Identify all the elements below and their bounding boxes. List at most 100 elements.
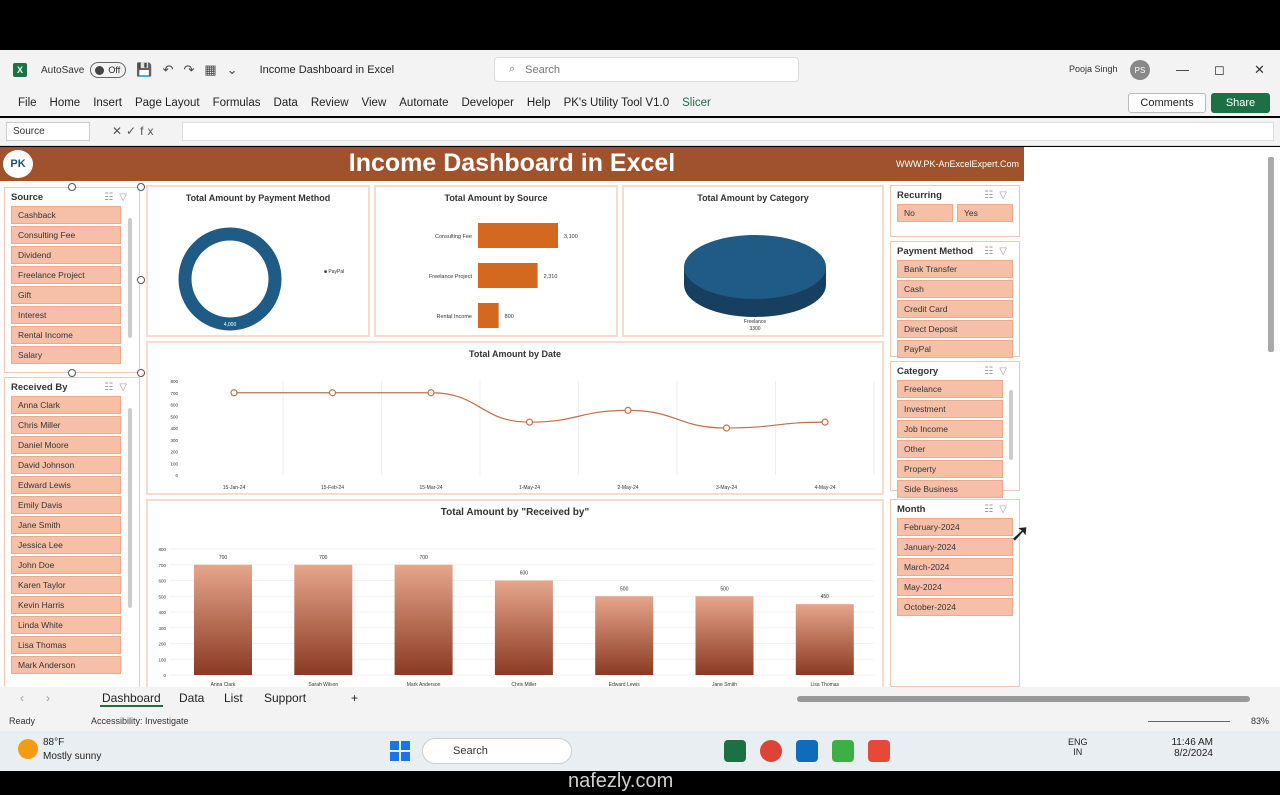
chart-category[interactable]: Total Amount by Category Freelance 3300	[622, 185, 884, 337]
slicer-item[interactable]: Emily Davis	[11, 496, 121, 514]
chart-date[interactable]: Total Amount by Date 800 700 600 500 400 300 2…	[146, 341, 884, 495]
restore-icon[interactable]: ◻	[1214, 62, 1225, 78]
slicer-item[interactable]: Side Business	[897, 480, 1003, 498]
slicer-item[interactable]: January-2024	[897, 538, 1013, 556]
slicer-item[interactable]: Dividend	[11, 246, 121, 264]
slicer-item[interactable]: Freelance Project	[11, 266, 121, 284]
slicer-item[interactable]: March-2024	[897, 558, 1013, 576]
slicer-item[interactable]: Salary	[11, 346, 121, 364]
redo-icon[interactable]: ↷	[183, 62, 194, 78]
sheet-tab-dashboard[interactable]: Dashboard	[100, 691, 163, 707]
slicer-recurring[interactable]: Recurring ☷▽ No Yes	[890, 185, 1020, 237]
autosave-toggle[interactable]: Off	[90, 62, 127, 78]
sheet-tab-data[interactable]: Data	[179, 691, 204, 705]
windows-start-icon[interactable]	[390, 741, 410, 761]
slicer-item[interactable]: Consulting Fee	[11, 226, 121, 244]
slicer-item[interactable]: PayPal	[897, 340, 1013, 358]
chart-payment-method[interactable]: Total Amount by Payment Method ■ PayPal …	[146, 185, 370, 337]
slicer-received-by[interactable]: Received By ☷▽ Anna Clark Chris Miller Da…	[4, 377, 140, 687]
save-icon[interactable]: 💾	[136, 62, 152, 78]
sheet-tab-support[interactable]: Support	[264, 691, 306, 705]
slicer-item[interactable]: May-2024	[897, 578, 1013, 596]
prev-sheet-icon[interactable]: ‹	[20, 691, 24, 705]
grid-icon[interactable]: ▦	[204, 62, 216, 78]
filter-icon[interactable]: ☷▽	[104, 382, 133, 393]
slicer-item[interactable]: Freelance	[897, 380, 1003, 398]
tab-pk-utility[interactable]: PK's Utility Tool V1.0	[564, 97, 670, 109]
camtasia-icon[interactable]	[832, 740, 854, 762]
resize-handle[interactable]	[68, 369, 76, 377]
chart-source[interactable]: Total Amount by Source Consulting Fee 3,1…	[374, 185, 618, 337]
slicer-item[interactable]: Karen Taylor	[11, 576, 121, 594]
slicer-item[interactable]: Anna Clark	[11, 396, 121, 414]
language-indicator[interactable]: ENG IN	[1068, 737, 1088, 757]
slicer-payment-method[interactable]: Payment Method ☷▽ Bank Transfer Cash Cred…	[890, 241, 1020, 358]
slicer-item[interactable]: Direct Deposit	[897, 320, 1013, 338]
comments-button[interactable]: Comments	[1128, 93, 1206, 113]
resize-handle[interactable]	[68, 183, 76, 191]
slicer-item[interactable]: Kevin Harris	[11, 596, 121, 614]
tab-review[interactable]: Review	[311, 97, 349, 109]
slicer-item[interactable]: Jane Smith	[11, 516, 121, 534]
system-clock[interactable]: 11:46 AM 8/2/2024	[1167, 737, 1213, 759]
customize-icon[interactable]: ⌄	[227, 62, 238, 78]
slicer-item[interactable]: Edward Lewis	[11, 476, 121, 494]
weather-icon[interactable]	[18, 739, 38, 759]
tab-developer[interactable]: Developer	[461, 97, 513, 109]
slicer-item[interactable]: Interest	[11, 306, 121, 324]
accessibility-status[interactable]: Accessibility: Investigate	[91, 716, 189, 726]
slicer-item[interactable]: Investment	[897, 400, 1003, 418]
tab-page-layout[interactable]: Page Layout	[135, 97, 200, 109]
slicer-item[interactable]: John Doe	[11, 556, 121, 574]
slicer-item[interactable]: Other	[897, 440, 1003, 458]
document-title[interactable]: Income Dashboard in Excel	[260, 64, 395, 76]
slicer-item[interactable]: Gift	[11, 286, 121, 304]
zoom-level[interactable]: 83%	[1251, 716, 1269, 726]
fx-icon[interactable]: ✕✓fx	[112, 124, 157, 138]
name-box[interactable]: Source	[6, 122, 90, 141]
tab-formulas[interactable]: Formulas	[213, 97, 261, 109]
tab-data[interactable]: Data	[274, 97, 298, 109]
tab-insert[interactable]: Insert	[93, 97, 122, 109]
slicer-item[interactable]: Job Income	[897, 420, 1003, 438]
slicer-item[interactable]: No	[897, 204, 953, 222]
chrome-icon[interactable]	[760, 740, 782, 762]
outlook-icon[interactable]	[796, 740, 818, 762]
slicer-item[interactable]: Cashback	[11, 206, 121, 224]
chart-received-by[interactable]: Total Amount by "Received by" 800 700 600 5…	[146, 499, 884, 687]
tab-file[interactable]: File	[18, 97, 37, 109]
user-name[interactable]: Pooja Singh	[1069, 64, 1118, 74]
slicer-item[interactable]: Credit Card	[897, 300, 1013, 318]
close-icon[interactable]: ✕	[1254, 62, 1265, 78]
tab-help[interactable]: Help	[527, 97, 551, 109]
resize-handle[interactable]	[137, 369, 145, 377]
tab-slicer[interactable]: Slicer	[682, 97, 711, 109]
slicer-item[interactable]: Property	[897, 460, 1003, 478]
slicer-item[interactable]: Mark Anderson	[11, 656, 121, 674]
minimize-icon[interactable]: —	[1176, 62, 1189, 77]
excel-app-icon[interactable]	[724, 740, 746, 762]
sheet-tab-list[interactable]: List	[224, 691, 243, 705]
resize-handle[interactable]	[137, 183, 145, 191]
slicer-item[interactable]: Yes	[957, 204, 1013, 222]
slicer-item[interactable]: Daniel Moore	[11, 436, 121, 454]
zoom-slider[interactable]	[1148, 721, 1230, 722]
tab-automate[interactable]: Automate	[399, 97, 448, 109]
filter-icon[interactable]: ☷▽	[984, 504, 1013, 515]
slicer-item[interactable]: February-2024	[897, 518, 1013, 536]
slicer-item[interactable]: Chris Miller	[11, 416, 121, 434]
filter-icon[interactable]: ☷▽	[984, 366, 1013, 377]
avatar[interactable]: PS	[1130, 60, 1150, 80]
resize-handle[interactable]	[137, 276, 145, 284]
taskbar-search[interactable]: Search	[422, 738, 572, 764]
slicer-item[interactable]: October-2024	[897, 598, 1013, 616]
slicer-item[interactable]: Linda White	[11, 616, 121, 634]
horizontal-scrollbar[interactable]	[797, 696, 1250, 702]
search-input[interactable]: ⌕ Search	[494, 57, 799, 82]
add-sheet-icon[interactable]: +	[351, 691, 358, 705]
slicer-scrollbar[interactable]	[128, 408, 132, 608]
tab-view[interactable]: View	[362, 97, 387, 109]
slicer-item[interactable]: Cash	[897, 280, 1013, 298]
filter-icon[interactable]: ☷▽	[984, 246, 1013, 257]
formula-input[interactable]	[182, 122, 1274, 141]
